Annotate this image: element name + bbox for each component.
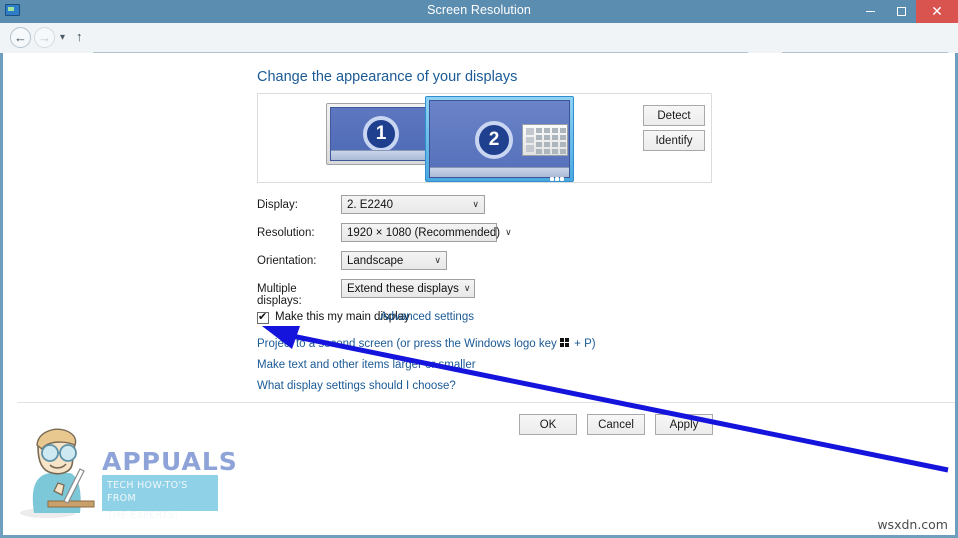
advanced-settings-link[interactable]: Advanced settings (380, 311, 474, 323)
maximize-button[interactable] (886, 0, 916, 23)
apply-button[interactable]: Apply (655, 414, 713, 435)
multiple-displays-select[interactable]: Extend these displays ∨ (341, 279, 475, 298)
links-list: Project to a second screen (or press the… (257, 338, 596, 401)
detect-button[interactable]: Detect (643, 105, 705, 126)
display-thumbnail-2[interactable]: 2 (425, 96, 574, 182)
ok-button[interactable]: OK (519, 414, 577, 435)
appuals-mascot-icon (20, 428, 95, 518)
close-icon: ✕ (931, 3, 943, 19)
chevron-down-icon: ∨ (434, 255, 441, 265)
resolution-select[interactable]: 1920 × 1080 (Recommended) ∨ (341, 223, 512, 242)
display-select[interactable]: 2. E2240 ∨ (341, 195, 485, 214)
recent-locations-button[interactable]: ▾ (60, 32, 65, 43)
project-second-screen-link[interactable]: Project to a second screen (or press the… (257, 338, 596, 350)
what-display-settings-link[interactable]: What display settings should I choose? (257, 380, 596, 392)
title-bar: Screen Resolution ✕ (0, 0, 958, 23)
page-title: Change the appearance of your displays (257, 69, 518, 85)
orientation-select-value: Landscape (347, 254, 404, 267)
navigation-bar: ← → ▾ ↑ ▸ Control Panel ▸ Appearance and… (0, 23, 958, 73)
content-area: Change the appearance of your displays 1… (3, 53, 955, 405)
window-controls: ✕ (854, 0, 958, 23)
display-label: Display: (257, 199, 298, 211)
forward-button[interactable]: → (34, 27, 55, 48)
minimize-icon (865, 11, 875, 12)
main-display-checkbox[interactable] (257, 310, 269, 324)
taskbar-dots-icon (550, 168, 565, 186)
appuals-tagline-line2: THE EXPERTS! (107, 510, 179, 521)
display-number-1: 1 (363, 116, 399, 152)
identify-button[interactable]: Identify (643, 130, 705, 151)
windows-logo-icon (559, 338, 571, 348)
window-title: Screen Resolution (427, 3, 531, 17)
maximize-icon (896, 7, 906, 16)
back-button[interactable]: ← (10, 27, 31, 48)
up-button[interactable]: ↑ (76, 29, 83, 44)
display-taskbar (331, 150, 425, 160)
orientation-label: Orientation: (257, 255, 317, 267)
chevron-down-icon: ∨ (463, 283, 471, 293)
resolution-label: Resolution: (257, 227, 315, 239)
footer-divider (17, 402, 955, 403)
multiple-displays-label: Multiple displays: (257, 283, 302, 307)
display-thumbnail-1[interactable]: 1 (326, 103, 430, 165)
close-button[interactable]: ✕ (916, 0, 958, 23)
dialog-buttons: OK Cancel Apply (519, 414, 713, 435)
start-tiles-icon (522, 124, 568, 156)
display-number-2: 2 (475, 121, 513, 159)
back-arrow-icon: ← (14, 30, 27, 45)
screen-resolution-window: Screen Resolution ✕ ← → ▾ ↑ Search Contr… (0, 0, 958, 538)
display-taskbar (430, 167, 569, 181)
appuals-tagline-line1: TECH HOW-TO'S FROM (107, 480, 188, 504)
chevron-down-icon: ∨ (472, 199, 479, 209)
minimize-button[interactable] (854, 0, 886, 23)
orientation-select[interactable]: Landscape ∨ (341, 251, 447, 270)
appuals-logo: APPUALS TECH HOW-TO'S FROM THE EXPERTS! (18, 425, 237, 525)
arrow-up-icon: ↑ (76, 29, 83, 44)
chevron-down-icon: ▾ (60, 32, 66, 43)
cancel-button[interactable]: Cancel (587, 414, 645, 435)
make-text-larger-link[interactable]: Make text and other items larger or smal… (257, 359, 596, 371)
project-link-text-before: Project to a second screen (or press the… (257, 338, 560, 350)
forward-arrow-icon: → (38, 30, 51, 45)
appuals-tagline: TECH HOW-TO'S FROM THE EXPERTS! (102, 475, 218, 521)
resolution-select-value: 1920 × 1080 (Recommended) (347, 226, 501, 239)
site-watermark: wsxdn.com (877, 517, 948, 532)
appuals-wordmark: APPUALS (102, 447, 238, 476)
multiple-displays-select-value: Extend these displays (347, 282, 459, 295)
display-preview-panel: 1 2 Detect Identify (257, 93, 712, 183)
chevron-down-icon: ∨ (505, 227, 512, 237)
display-select-value: 2. E2240 (347, 198, 394, 211)
project-link-text-after: + P) (570, 338, 596, 350)
